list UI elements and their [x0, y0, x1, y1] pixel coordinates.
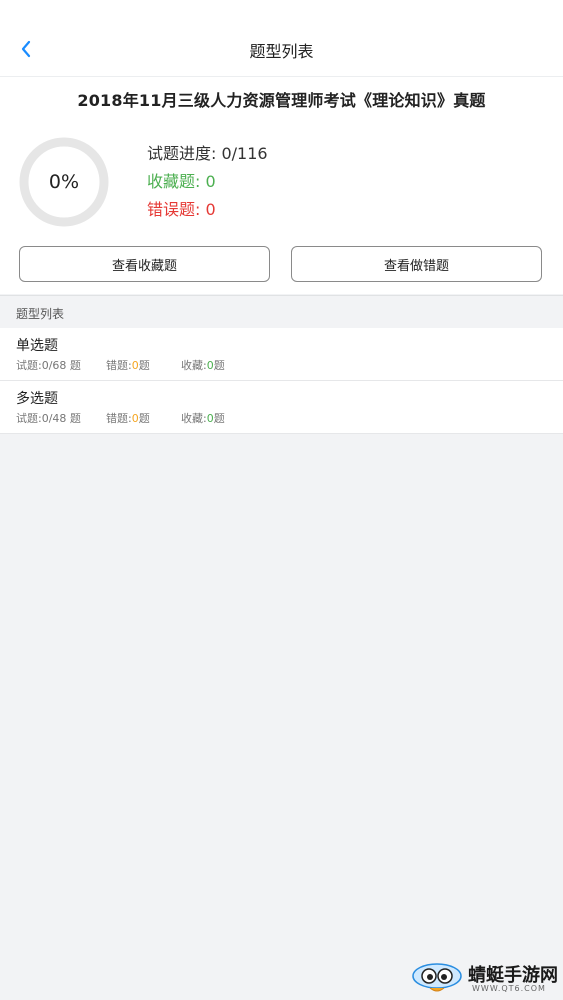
wrong-prefix: 错题:	[106, 359, 132, 372]
question-type-name: 多选题	[16, 391, 58, 407]
view-wrong-button[interactable]: 查看做错题	[291, 246, 542, 282]
favorite-stat: 收藏:0题	[181, 357, 225, 373]
wrong-prefix: 错题:	[106, 412, 132, 425]
progress-count: 试题进度: 0/116	[147, 144, 268, 163]
stats-block: 试题进度: 0/116 收藏题: 0 错误题: 0	[147, 144, 268, 228]
wrong-stat: 错题:0题	[106, 410, 150, 426]
summary-panel: 2018年11月三级人力资源管理师考试《理论知识》真题 0% 试题进度: 0/1…	[0, 77, 563, 294]
wrong-suffix: 题	[138, 359, 150, 372]
favorite-suffix: 题	[213, 359, 225, 372]
watermark: 蜻蜓手游网 WWW.QT6.COM	[410, 960, 560, 998]
wrong-number: 0	[131, 359, 139, 372]
wrong-count: 错误题: 0	[147, 200, 216, 219]
dragonfly-logo-icon	[412, 963, 462, 992]
question-type-list: 单选题 试题:0/68 题 错题:0题 收藏:0题 多选题 试题:0/48 题 …	[0, 328, 563, 434]
progress-percent: 0%	[48, 171, 80, 193]
favorites-count: 收藏题: 0	[147, 172, 216, 191]
favorite-suffix: 题	[213, 412, 225, 425]
favorite-prefix: 收藏:	[181, 412, 207, 425]
section-label: 题型列表	[16, 307, 65, 321]
page-title: 题型列表	[249, 42, 314, 61]
wrong-suffix: 题	[138, 412, 150, 425]
exam-title: 2018年11月三级人力资源管理师考试《理论知识》真题	[77, 91, 486, 110]
top-bar: 题型列表	[0, 0, 563, 77]
total-label: 试题:0/68 题	[16, 359, 81, 372]
favorite-stat: 收藏:0题	[181, 410, 225, 426]
section-header: 题型列表	[0, 295, 563, 328]
favorite-number: 0	[206, 412, 214, 425]
total-label: 试题:0/48 题	[16, 412, 81, 425]
favorite-number: 0	[206, 359, 214, 372]
progress-ring: 0%	[19, 137, 109, 227]
wrong-number: 0	[131, 412, 139, 425]
wrong-stat: 错题:0题	[106, 357, 150, 373]
view-favorites-button[interactable]: 查看收藏题	[19, 246, 270, 282]
favorite-prefix: 收藏:	[181, 359, 207, 372]
question-type-name: 单选题	[16, 338, 58, 354]
list-item-single-choice[interactable]: 单选题 试题:0/68 题 错题:0题 收藏:0题	[0, 328, 563, 381]
list-item-multiple-choice[interactable]: 多选题 试题:0/48 题 错题:0题 收藏:0题	[0, 381, 563, 434]
watermark-url: WWW.QT6.COM	[472, 984, 546, 993]
